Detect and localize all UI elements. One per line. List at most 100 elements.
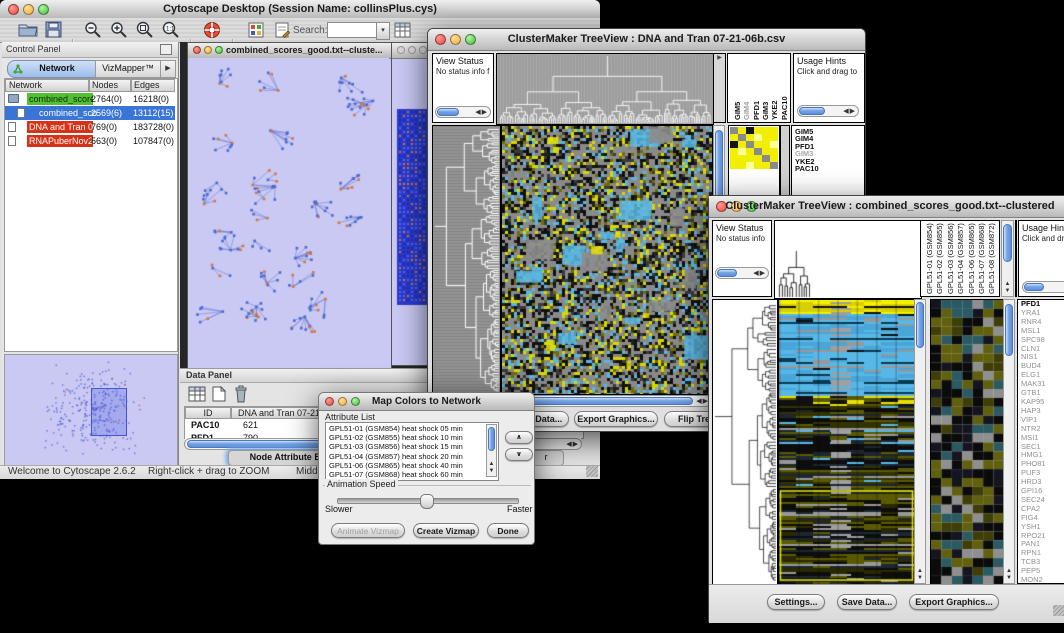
annotation-icon[interactable] <box>274 22 290 38</box>
row-dendrogram-canvas[interactable] <box>432 125 501 395</box>
usage-hints-h-scrollbar[interactable] <box>1022 281 1064 293</box>
expression-v-scrollbar[interactable]: ▲▼ <box>1003 299 1015 584</box>
window-resize-grip[interactable] <box>1053 605 1064 616</box>
scrollbar-thumb[interactable] <box>916 302 924 348</box>
help-lifering-icon[interactable] <box>203 21 221 39</box>
scrollbar-thumb[interactable] <box>799 107 825 115</box>
network-tree-row[interactable]: combined_scores2764(0)16218(0) <box>5 92 175 106</box>
network-overview-panel[interactable] <box>4 354 178 466</box>
column-label[interactable]: GPL51-08 (GSM872) <box>987 223 996 294</box>
usage-hints-h-scrollbar[interactable]: ◀▶ <box>797 105 859 117</box>
column-label[interactable]: PFD1 <box>752 101 761 120</box>
zoom-out-icon[interactable] <box>84 21 102 39</box>
column-dendrogram-canvas[interactable] <box>496 53 714 125</box>
column-header-nodes[interactable]: Nodes <box>89 79 131 92</box>
minimize-icon[interactable] <box>408 46 416 54</box>
column-labels-v-scrollbar[interactable]: ▲▼ <box>1001 220 1014 297</box>
scrollbar-arrows-icon[interactable]: ◀▶ <box>753 268 766 279</box>
save-data-button[interactable]: Save Data... <box>837 594 897 610</box>
column-label[interactable]: GIM5 <box>733 102 742 120</box>
heatmap-v-scrollbar[interactable]: ▲▼ <box>914 299 926 584</box>
scrollbar-arrows-icon[interactable]: ▲▼ <box>915 568 925 582</box>
column-label[interactable]: GIM3 <box>761 102 770 120</box>
attribute-list[interactable]: GPL51-01 (GSM854) heat shock 05 minGPL51… <box>325 422 499 481</box>
search-dropdown-arrow-icon[interactable]: ▾ <box>376 22 390 40</box>
view-status-h-scrollbar[interactable]: ◀▶ <box>715 267 769 279</box>
scroll-strip[interactable]: ▶ <box>713 53 726 123</box>
zoom-selected-icon[interactable] <box>136 21 154 39</box>
column-dendrogram-canvas[interactable] <box>774 220 922 299</box>
search-input[interactable] <box>327 22 377 38</box>
network-tree-row[interactable]: RNAPuberNov2+563(0)107847(0) <box>5 134 175 148</box>
scrollbar-arrows-icon[interactable]: ▲▼ <box>1004 568 1014 582</box>
attribute-table-icon[interactable] <box>394 22 411 38</box>
zoom-window-icon[interactable] <box>215 46 223 54</box>
scrollbar-arrows-icon[interactable]: ◀▶ <box>843 106 856 117</box>
delete-attribute-trash-icon[interactable] <box>234 385 248 403</box>
network-tree-row[interactable]: combined_sco2569(6)13112(15) <box>5 106 175 120</box>
zoom-window-icon[interactable] <box>419 46 427 54</box>
scrollbar-arrows-icon[interactable]: ▲▼ <box>1002 281 1013 295</box>
attribute-list-item[interactable]: GPL51-02 (GSM855) heat shock 10 min <box>327 433 483 442</box>
expression-heatmap-canvas[interactable] <box>930 299 1005 586</box>
done-button[interactable]: Done <box>487 523 529 538</box>
scrollbar-arrows-icon[interactable]: ◀▶ <box>566 439 579 450</box>
column-label[interactable]: GIM4 <box>742 102 751 120</box>
zoom-fit-icon[interactable]: 1:1 <box>162 21 180 39</box>
close-icon[interactable] <box>193 46 201 54</box>
close-icon[interactable] <box>397 46 405 54</box>
scrollbar-thumb[interactable] <box>488 427 495 451</box>
tab-vizmapper[interactable]: VizMapper™ <box>95 60 161 78</box>
network-view-1-title-bar[interactable]: combined_scores_good.txt--cluste... <box>188 43 391 59</box>
column-label[interactable]: YKE2 <box>770 100 779 120</box>
column-label[interactable]: GPL51-01 (GSM854) <box>925 223 934 294</box>
new-attribute-icon[interactable] <box>212 386 226 402</box>
heatmap-canvas[interactable] <box>778 299 916 586</box>
export-graphics-button[interactable]: Export Graphics... <box>574 411 658 427</box>
attribute-list-item[interactable]: GPL51-04 (GSM857) heat shock 20 min <box>327 452 483 461</box>
column-label[interactable]: GPL51-07 (GSM868) <box>977 223 986 294</box>
animate-vizmap-button[interactable]: Animate Vizmap <box>331 523 405 538</box>
dialog-title-bar[interactable]: Map Colors to Network <box>319 393 534 411</box>
column-header-edges[interactable]: Edges <box>131 79 175 92</box>
scrollbar-arrows-icon[interactable]: ▲▼ <box>487 461 496 475</box>
vizmapper-icon[interactable] <box>248 22 264 38</box>
animation-speed-slider[interactable] <box>337 498 519 504</box>
main-title-bar[interactable]: Cytoscape Desktop (Session Name: collins… <box>0 0 600 19</box>
scrollbar-thumb[interactable] <box>1005 304 1013 356</box>
window-resize-grip[interactable] <box>586 466 598 477</box>
network-view-canvas[interactable] <box>188 58 389 369</box>
row-gene-label[interactable]: PAC10 <box>795 165 819 172</box>
overview-viewport-rectangle[interactable] <box>91 388 127 436</box>
minimize-icon[interactable] <box>204 46 212 54</box>
slider-thumb[interactable] <box>420 494 434 509</box>
scrollbar-thumb[interactable] <box>1024 283 1044 291</box>
attribute-list-item[interactable]: GPL51-06 (GSM865) heat shock 40 min <box>327 461 483 470</box>
network-tree-row[interactable]: DNA and Tran 07769(0)183728(0) <box>5 120 175 134</box>
scrollbar-thumb[interactable] <box>1003 224 1012 262</box>
scrollbar-thumb[interactable] <box>437 108 459 116</box>
network-overview-canvas[interactable] <box>5 355 175 463</box>
attribute-select-icon[interactable] <box>188 386 206 402</box>
column-label[interactable]: GPL51-02 (GSM855) <box>935 223 944 294</box>
view-status-h-scrollbar[interactable]: ◀▶ <box>435 106 491 118</box>
attribute-list-item[interactable]: GPL51-01 (GSM854) heat shock 05 min <box>327 424 483 433</box>
export-graphics-button[interactable]: Export Graphics... <box>909 594 999 610</box>
column-header-id[interactable]: ID <box>185 407 231 419</box>
gene-label[interactable]: MON2 <box>1018 576 1064 584</box>
column-label[interactable]: GPL51-04 (GSM857) <box>956 223 965 294</box>
column-label[interactable]: GPL51-03 (GSM856) <box>946 223 955 294</box>
column-header-network[interactable]: Network <box>5 79 89 92</box>
treeview-combined-title-bar[interactable]: ClusterMaker TreeView : combined_scores_… <box>709 196 1064 218</box>
scrollbar-arrows-icon[interactable]: ◀▶ <box>475 107 488 118</box>
open-file-icon[interactable] <box>18 21 38 38</box>
save-icon[interactable] <box>45 21 62 38</box>
scrollbar-thumb[interactable] <box>717 269 737 277</box>
tab-network[interactable]: Network <box>7 60 97 78</box>
column-label[interactable]: PAC10 <box>780 96 789 120</box>
zoom-in-icon[interactable] <box>110 21 128 39</box>
column-label[interactable]: GPL51-06 (GSM865) <box>967 223 976 294</box>
row-dendrogram-canvas[interactable] <box>712 299 778 586</box>
move-down-button[interactable]: ∨ <box>505 448 533 461</box>
attribute-list-item[interactable]: GPL51-07 (GSM868) heat shock 60 min <box>327 470 483 479</box>
